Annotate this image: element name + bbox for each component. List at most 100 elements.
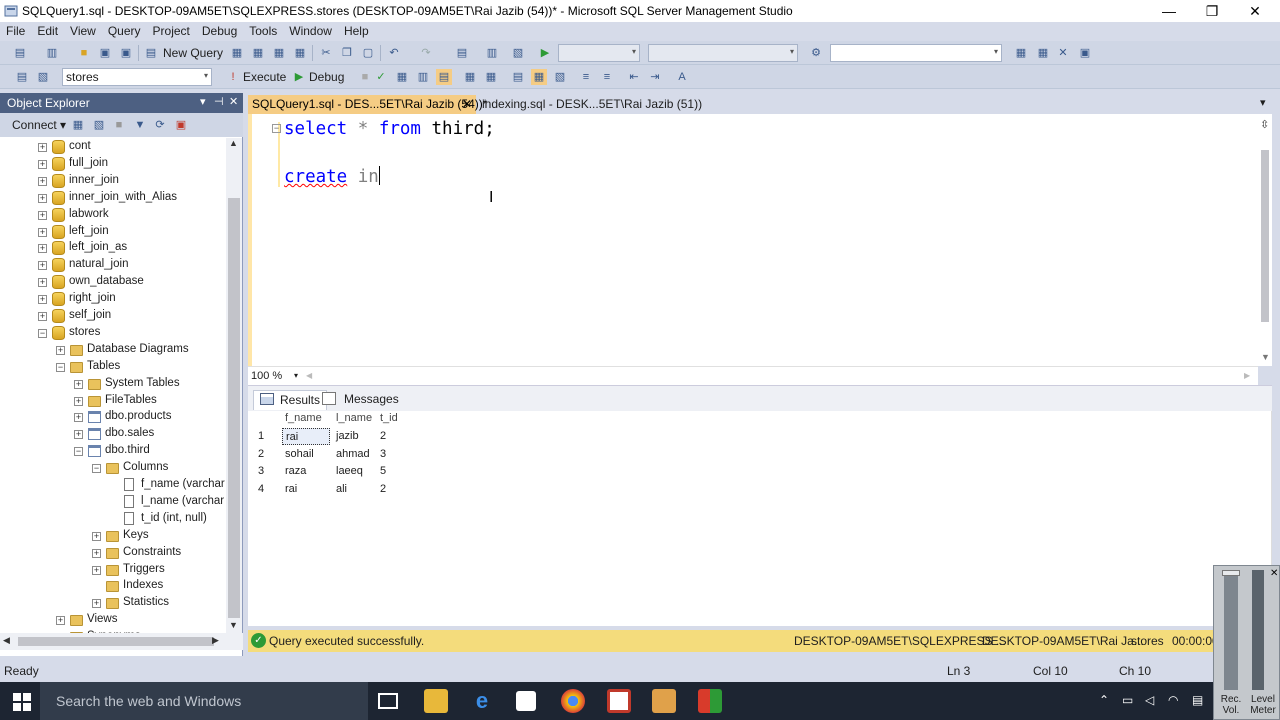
tab-sqlquery1[interactable]: SQLQuery1.sql - DES...5ET\Rai Jazib (54)… xyxy=(248,95,487,114)
table-cell[interactable]: rai xyxy=(282,428,330,445)
expand-icon[interactable]: + xyxy=(38,244,47,254)
collapse-icon[interactable]: − xyxy=(74,447,83,457)
open-file-icon[interactable]: ■ xyxy=(76,45,92,61)
include-plan-icon[interactable]: ▦ xyxy=(462,69,478,85)
comment-lines-icon[interactable]: ≡ xyxy=(578,69,594,85)
menu-query[interactable]: Query xyxy=(102,22,147,38)
wifi-icon[interactable]: ◠ xyxy=(1168,693,1178,707)
specify-values-icon[interactable]: A xyxy=(674,69,690,85)
menu-help[interactable]: Help xyxy=(338,22,375,38)
tab-messages[interactable]: Messages xyxy=(318,390,405,410)
client-stats-icon[interactable]: ▦ xyxy=(483,69,499,85)
expand-icon[interactable]: + xyxy=(92,548,101,558)
table-cell[interactable]: sohail xyxy=(282,446,330,463)
results-text-icon[interactable]: ▤ xyxy=(510,69,526,85)
cancel-query-icon[interactable]: ■ xyxy=(357,69,373,85)
expand-icon[interactable]: + xyxy=(38,278,47,288)
menu-tools[interactable]: Tools xyxy=(243,22,283,38)
chrome-icon[interactable] xyxy=(561,689,585,713)
row-number[interactable]: 2 xyxy=(258,446,264,463)
query-designer-icon[interactable]: ▥ xyxy=(415,69,431,85)
close-button[interactable]: ✕ xyxy=(1232,0,1278,22)
redo-icon[interactable]: ↷ xyxy=(418,45,434,61)
collapse-icon[interactable]: − xyxy=(56,362,65,372)
new-query-icon[interactable]: ▤ xyxy=(143,45,159,61)
expand-icon[interactable]: + xyxy=(92,531,101,541)
expand-icon[interactable]: + xyxy=(56,345,65,355)
execute-button[interactable]: Execute xyxy=(243,70,286,84)
menu-project[interactable]: Project xyxy=(147,22,196,38)
expand-icon[interactable]: + xyxy=(38,227,47,237)
expand-icon[interactable]: + xyxy=(74,430,83,440)
menu-view[interactable]: View xyxy=(64,22,102,38)
debug-target-icon[interactable]: ▧ xyxy=(510,45,526,61)
expand-icon[interactable]: + xyxy=(38,176,47,186)
toolbox-icon[interactable]: ▣ xyxy=(1077,45,1093,61)
table-cell[interactable]: 3 xyxy=(377,446,386,463)
ssms-taskbar-icon[interactable] xyxy=(652,689,676,713)
table-cell[interactable]: ali xyxy=(333,481,347,498)
tab-close-icon[interactable]: ✕ xyxy=(462,97,472,111)
expand-icon[interactable]: + xyxy=(38,261,47,271)
network-icon[interactable]: ▭ xyxy=(1122,693,1133,707)
menu-window[interactable]: Window xyxy=(283,22,338,38)
cut-icon[interactable]: ✂ xyxy=(318,45,334,61)
comment-icon[interactable]: ▥ xyxy=(484,45,500,61)
find-icon[interactable]: ⚙ xyxy=(808,45,824,61)
filter-icon[interactable]: ▼ xyxy=(132,117,148,133)
row-number[interactable]: 1 xyxy=(258,428,264,445)
office-app-icon[interactable] xyxy=(607,689,631,713)
collapse-icon[interactable]: − xyxy=(38,328,47,338)
hscroll-thumb[interactable] xyxy=(18,637,214,646)
edge-browser-icon[interactable]: e xyxy=(470,689,494,713)
collapse-icon[interactable]: − xyxy=(272,124,281,133)
panel-options-icon[interactable]: ▾ xyxy=(200,95,206,108)
mdx-query-icon[interactable]: ▦ xyxy=(271,45,287,61)
expand-icon[interactable]: + xyxy=(92,565,101,575)
expand-icon[interactable]: + xyxy=(38,143,47,152)
table-cell[interactable]: 2 xyxy=(377,428,386,445)
solution-platform-combo[interactable]: ▾ xyxy=(648,44,798,62)
activity-monitor-icon[interactable]: ▣ xyxy=(173,117,189,133)
navigate-icon[interactable]: ▤ xyxy=(454,45,470,61)
scroll-left-icon[interactable]: ◀ xyxy=(3,635,10,646)
uncomment-lines-icon[interactable]: ≡ xyxy=(599,69,615,85)
pin-icon[interactable]: ⊣ xyxy=(214,95,224,108)
expand-icon[interactable]: + xyxy=(74,379,83,389)
registered-servers-icon[interactable]: ▦ xyxy=(1013,45,1029,61)
expand-icon[interactable]: + xyxy=(38,193,47,203)
table-cell[interactable]: raza xyxy=(282,463,330,480)
paste-icon[interactable]: ▢ xyxy=(360,45,376,61)
table-cell[interactable]: jazib xyxy=(333,428,359,445)
db-engine-query-icon[interactable]: ▦ xyxy=(229,45,245,61)
editor-vertical-scrollbar[interactable]: ⇳ ▼ xyxy=(1258,114,1272,366)
database-selector[interactable]: stores ▾ xyxy=(62,68,212,86)
rec-volume-slider[interactable] xyxy=(1222,570,1240,690)
save-icon[interactable]: ▣ xyxy=(97,45,113,61)
editor-scroll-down-icon[interactable]: ▼ xyxy=(1261,352,1270,362)
stop-icon[interactable]: ■ xyxy=(111,117,127,133)
undo-icon[interactable]: ↶ xyxy=(386,45,402,61)
column-header[interactable]: t_id xyxy=(380,410,398,427)
scroll-up-icon[interactable]: ▲ xyxy=(229,138,238,148)
connect-icon[interactable]: ▤ xyxy=(14,69,30,85)
scroll-right-icon[interactable]: ▶ xyxy=(212,635,219,646)
object-explorer-horizontal-scrollbar[interactable]: ◀ ▶ xyxy=(0,633,243,650)
split-icon[interactable]: ⇳ xyxy=(1260,118,1269,131)
results-grid[interactable]: f_name l_name t_id 1 rai jazib 2 2 sohail ahmad 3 3… xyxy=(248,411,1272,626)
xmla-query-icon[interactable]: ▦ xyxy=(292,45,308,61)
table-cell[interactable]: 5 xyxy=(377,463,386,480)
connect-server-icon[interactable]: ▦ xyxy=(70,117,86,133)
restore-button[interactable]: ❐ xyxy=(1189,0,1235,22)
zoom-level[interactable]: 100 % xyxy=(251,370,282,382)
expand-icon[interactable]: + xyxy=(74,413,83,423)
row-number[interactable]: 3 xyxy=(258,463,264,480)
column-header[interactable]: l_name xyxy=(336,410,372,427)
find-combo[interactable]: ▾ xyxy=(830,44,1002,62)
results-file-icon[interactable]: ▧ xyxy=(552,69,568,85)
expand-icon[interactable]: + xyxy=(38,295,47,305)
app-grid-icon[interactable] xyxy=(698,689,722,713)
windows-start-icon[interactable] xyxy=(13,693,31,711)
expand-icon[interactable]: + xyxy=(38,159,47,169)
expand-icon[interactable]: + xyxy=(92,599,101,609)
